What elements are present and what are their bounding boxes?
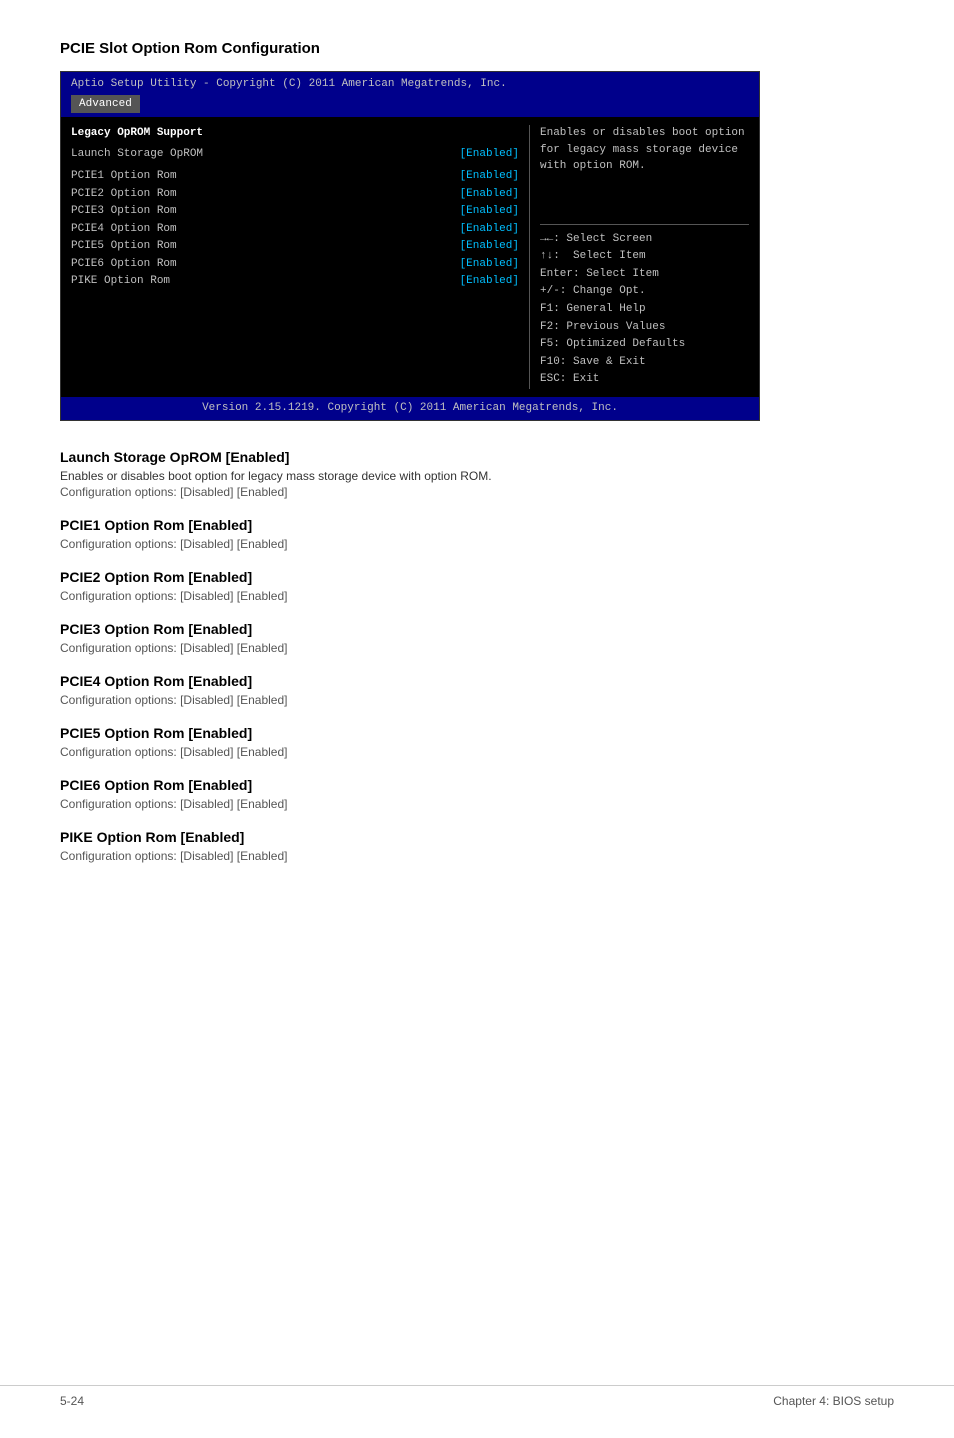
section-heading: PCIE4 Option Rom [Enabled] (60, 673, 894, 689)
section-config: Configuration options: [Disabled] [Enabl… (60, 849, 894, 863)
bios-row-label: PCIE4 Option Rom (71, 221, 177, 238)
section-config: Configuration options: [Disabled] [Enabl… (60, 537, 894, 551)
footer-right: Chapter 4: BIOS setup (773, 1394, 894, 1408)
sections-container: Launch Storage OpROM [Enabled] Enables or… (60, 449, 894, 863)
section-pcie2: PCIE2 Option Rom [Enabled] Configuration … (60, 569, 894, 603)
bios-row-label: PCIE6 Option Rom (71, 256, 177, 273)
section-config: Configuration options: [Disabled] [Enabl… (60, 797, 894, 811)
bios-key-legend: →←: Select Screen ↑↓: Select Item Enter:… (540, 224, 749, 389)
section-pcie5: PCIE5 Option Rom [Enabled] Configuration … (60, 725, 894, 759)
section-heading: Launch Storage OpROM [Enabled] (60, 449, 894, 465)
bios-row-label: PCIE5 Option Rom (71, 238, 177, 255)
bios-row-value: [Enabled] (460, 238, 519, 255)
bios-terminal: Aptio Setup Utility - Copyright (C) 2011… (60, 71, 760, 421)
section-pike: PIKE Option Rom [Enabled] Configuration o… (60, 829, 894, 863)
bios-row-pike: PIKE Option Rom [Enabled] (71, 273, 519, 290)
bios-row-label: PCIE3 Option Rom (71, 203, 177, 220)
bios-row-value: [Enabled] (460, 186, 519, 203)
section-pcie1: PCIE1 Option Rom [Enabled] Configuration … (60, 517, 894, 551)
bios-row-pcie5: PCIE5 Option Rom [Enabled] (71, 238, 519, 255)
page-footer: 5-24 Chapter 4: BIOS setup (0, 1385, 954, 1408)
section-heading: PIKE Option Rom [Enabled] (60, 829, 894, 845)
bios-header: Aptio Setup Utility - Copyright (C) 2011… (61, 72, 759, 117)
bios-key-item: F1: General Help (540, 301, 749, 319)
bios-key-item: F2: Previous Values (540, 319, 749, 337)
section-launch-storage: Launch Storage OpROM [Enabled] Enables or… (60, 449, 894, 499)
bios-row-label: PCIE1 Option Rom (71, 168, 177, 185)
section-heading: PCIE3 Option Rom [Enabled] (60, 621, 894, 637)
section-heading: PCIE5 Option Rom [Enabled] (60, 725, 894, 741)
bios-key-item: →←: Select Screen (540, 231, 749, 249)
section-config: Configuration options: [Disabled] [Enabl… (60, 589, 894, 603)
bios-row-launch-storage: Launch Storage OpROM [Enabled] (71, 146, 519, 163)
bios-row-value: [Enabled] (460, 273, 519, 290)
bios-left-panel: Legacy OpROM Support Launch Storage OpRO… (71, 125, 529, 389)
section-pcie4: PCIE4 Option Rom [Enabled] Configuration … (60, 673, 894, 707)
bios-section-label: Legacy OpROM Support (71, 125, 519, 142)
section-config: Configuration options: [Disabled] [Enabl… (60, 485, 894, 499)
section-config: Configuration options: [Disabled] [Enabl… (60, 641, 894, 655)
bios-key-item: F5: Optimized Defaults (540, 336, 749, 354)
bios-row-label: PIKE Option Rom (71, 273, 170, 290)
bios-key-item: F10: Save & Exit (540, 354, 749, 372)
bios-row-value: [Enabled] (460, 256, 519, 273)
bios-row-pcie2: PCIE2 Option Rom [Enabled] (71, 186, 519, 203)
section-heading: PCIE6 Option Rom [Enabled] (60, 777, 894, 793)
bios-row-label: Launch Storage OpROM (71, 146, 203, 163)
section-heading: PCIE2 Option Rom [Enabled] (60, 569, 894, 585)
bios-row-pcie4: PCIE4 Option Rom [Enabled] (71, 221, 519, 238)
section-pcie3: PCIE3 Option Rom [Enabled] Configuration … (60, 621, 894, 655)
bios-key-item: ↑↓: Select Item (540, 248, 749, 266)
bios-row-label: PCIE2 Option Rom (71, 186, 177, 203)
bios-body: Legacy OpROM Support Launch Storage OpRO… (61, 117, 759, 397)
section-heading: PCIE1 Option Rom [Enabled] (60, 517, 894, 533)
bios-row-value: [Enabled] (460, 221, 519, 238)
page-title: PCIE Slot Option Rom Configuration (60, 40, 894, 57)
section-config: Configuration options: [Disabled] [Enabl… (60, 693, 894, 707)
footer-left: 5-24 (60, 1394, 84, 1408)
section-config: Configuration options: [Disabled] [Enabl… (60, 745, 894, 759)
section-pcie6: PCIE6 Option Rom [Enabled] Configuration … (60, 777, 894, 811)
bios-help-text: Enables or disables boot option for lega… (540, 125, 749, 175)
bios-footer: Version 2.15.1219. Copyright (C) 2011 Am… (61, 397, 759, 420)
bios-key-item: +/-: Change Opt. (540, 283, 749, 301)
bios-key-item: Enter: Select Item (540, 266, 749, 284)
bios-row-value: [Enabled] (460, 168, 519, 185)
bios-row-pcie1: PCIE1 Option Rom [Enabled] (71, 168, 519, 185)
bios-right-panel: Enables or disables boot option for lega… (529, 125, 749, 389)
bios-header-text: Aptio Setup Utility - Copyright (C) 2011… (71, 78, 507, 90)
section-desc: Enables or disables boot option for lega… (60, 469, 894, 483)
bios-row-value: [Enabled] (460, 146, 519, 163)
bios-row-value: [Enabled] (460, 203, 519, 220)
bios-row-pcie6: PCIE6 Option Rom [Enabled] (71, 256, 519, 273)
bios-row-pcie3: PCIE3 Option Rom [Enabled] (71, 203, 519, 220)
bios-advanced-tab: Advanced (71, 95, 140, 114)
bios-key-item: ESC: Exit (540, 371, 749, 389)
